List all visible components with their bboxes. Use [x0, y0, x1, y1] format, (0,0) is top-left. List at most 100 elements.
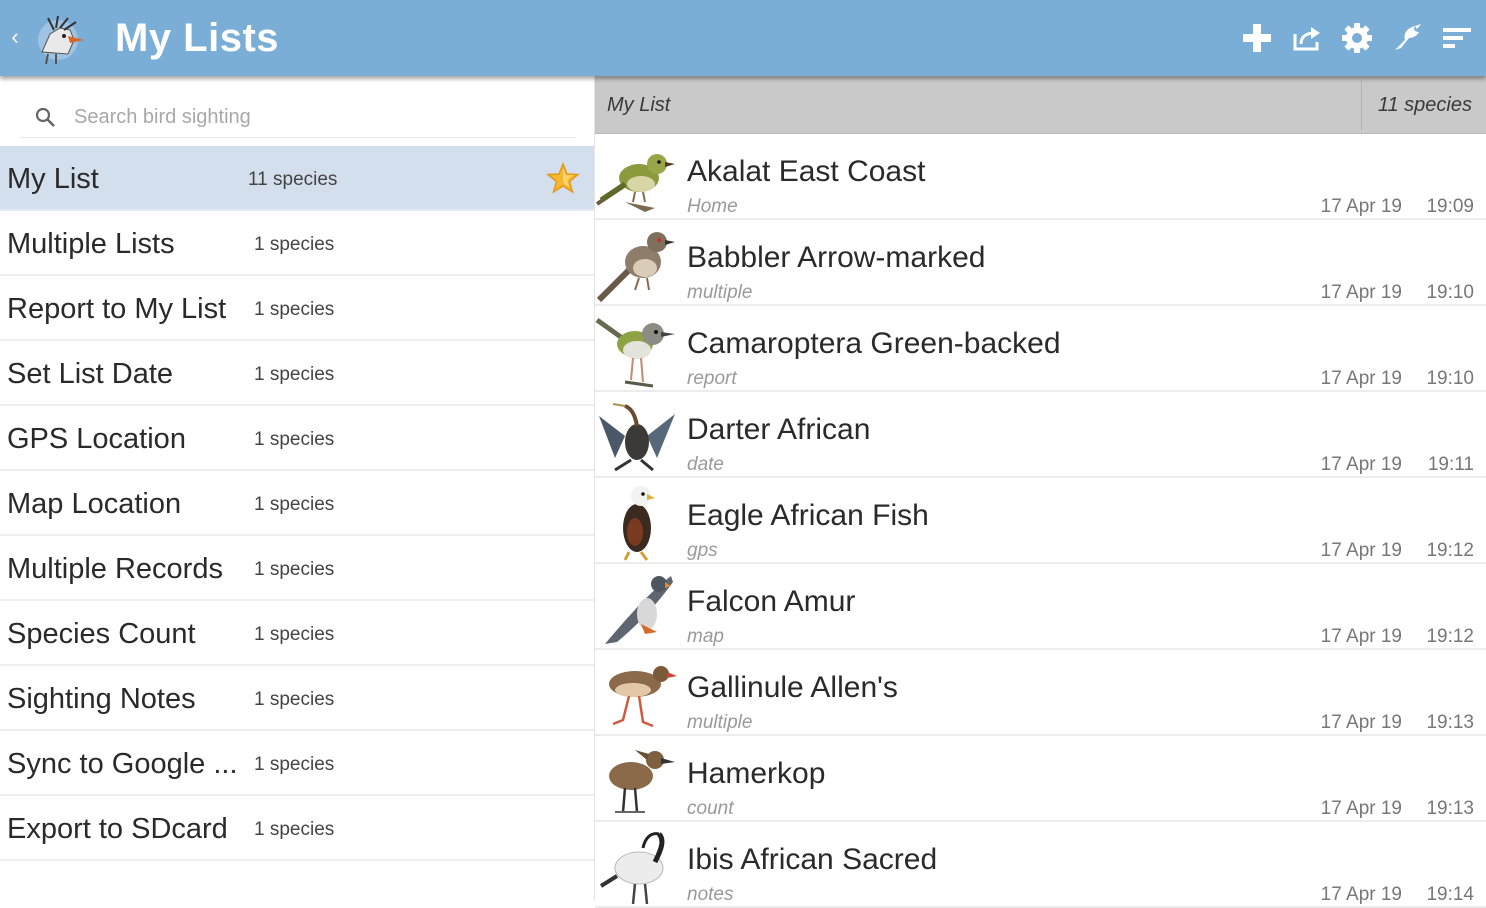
- list-header: My List 11 species: [595, 76, 1486, 134]
- sighting-name: Babbler Arrow-marked: [687, 241, 986, 274]
- list-header-title: My List: [607, 94, 671, 116]
- list-item-gps-location[interactable]: GPS Location 1 species: [0, 406, 595, 471]
- list-item-export-to-sdcard[interactable]: Export to SDcard 1 species: [0, 796, 595, 861]
- sightings-pane: My List 11 species Akalat East Coast Hom…: [595, 76, 1486, 908]
- sighting-row[interactable]: Camaroptera Green-backed report 17 Apr 1…: [595, 306, 1486, 392]
- sightings-list: Akalat East Coast Home 17 Apr 19 19:09 B…: [595, 134, 1486, 908]
- sighting-row[interactable]: Akalat East Coast Home 17 Apr 19 19:09: [595, 134, 1486, 220]
- list-item-multiple-records[interactable]: Multiple Records 1 species: [0, 536, 595, 601]
- list-item-count: 1 species: [254, 689, 335, 710]
- sighting-date: 17 Apr 19: [1320, 712, 1402, 733]
- header-divider: [1361, 80, 1362, 130]
- list-item-name: Sighting Notes: [7, 683, 196, 715]
- sighting-date: 17 Apr 19: [1320, 368, 1402, 389]
- sighting-date: 17 Apr 19: [1320, 626, 1402, 647]
- list-item-set-list-date[interactable]: Set List Date 1 species: [0, 341, 595, 406]
- babbler-bird-image: [596, 232, 675, 303]
- search-bar: [20, 94, 576, 138]
- sighting-time: 19:13: [1426, 712, 1474, 733]
- list-item-count: 1 species: [254, 494, 335, 515]
- sighting-time: 19:14: [1426, 884, 1474, 905]
- add-icon: [1243, 24, 1271, 52]
- list-item-name: GPS Location: [7, 423, 186, 455]
- akalat-bird-image: [595, 154, 675, 212]
- chevron-left-icon[interactable]: ‹: [6, 22, 24, 52]
- list-item-report-to-my-list[interactable]: Report to My List 1 species: [0, 276, 595, 341]
- list-item-name: Sync to Google ...: [7, 748, 238, 780]
- sighting-note: count: [687, 798, 734, 819]
- sighting-date: 17 Apr 19: [1320, 196, 1402, 217]
- star-icon[interactable]: [546, 162, 580, 194]
- sighting-time: 19:10: [1426, 282, 1474, 303]
- hamerkop-bird-image: [609, 750, 675, 813]
- sighting-note: multiple: [687, 712, 753, 733]
- add-button[interactable]: [1238, 18, 1276, 58]
- list-item-name: Report to My List: [7, 293, 227, 325]
- list-item-sync-to-google[interactable]: Sync to Google ... 1 species: [0, 731, 595, 796]
- list-item-map-location[interactable]: Map Location 1 species: [0, 471, 595, 536]
- sighting-time: 19:12: [1426, 626, 1474, 647]
- hornbill-logo-icon[interactable]: [30, 10, 86, 66]
- list-item-species-count[interactable]: Species Count 1 species: [0, 601, 595, 666]
- sighting-time: 19:09: [1426, 196, 1474, 217]
- darter-bird-image: [599, 403, 675, 472]
- lists-pane: My List 11 species Multiple Lists 1 spec…: [0, 76, 595, 900]
- search-icon: [35, 107, 55, 127]
- sighting-name: Hamerkop: [687, 757, 826, 790]
- sighting-row[interactable]: Eagle African Fish gps 17 Apr 19 19:12: [595, 478, 1486, 564]
- sighting-row[interactable]: Gallinule Allen's multiple 17 Apr 19 19:…: [595, 650, 1486, 736]
- search-input[interactable]: [74, 100, 554, 134]
- list-item-count: 1 species: [254, 429, 335, 450]
- sort-button[interactable]: [1438, 18, 1476, 58]
- sighting-note: report: [687, 368, 737, 389]
- list-item-sighting-notes[interactable]: Sighting Notes 1 species: [0, 666, 595, 731]
- list-item-count: 1 species: [254, 234, 335, 255]
- list-item-name: Export to SDcard: [7, 813, 228, 845]
- sighting-note: map: [687, 626, 724, 647]
- settings-button[interactable]: [1338, 18, 1376, 58]
- list-item-name: Map Location: [7, 488, 182, 520]
- sighting-name: Camaroptera Green-backed: [687, 327, 1061, 360]
- toolbar-actions: [1238, 18, 1476, 58]
- sighting-row[interactable]: Ibis African Sacred notes 17 Apr 19 19:1…: [595, 822, 1486, 908]
- list-item-name: Set List Date: [7, 358, 174, 390]
- sighting-time: 19:13: [1426, 798, 1474, 819]
- list-item-my-list[interactable]: My List 11 species: [0, 146, 595, 211]
- list-item-count: 1 species: [254, 559, 335, 580]
- sighting-row[interactable]: Darter African date 17 Apr 19 19:11: [595, 392, 1486, 478]
- sighting-row[interactable]: Babbler Arrow-marked multiple 17 Apr 19 …: [595, 220, 1486, 306]
- sighting-name: Ibis African Sacred: [687, 843, 938, 876]
- sighting-name: Eagle African Fish: [687, 499, 929, 532]
- list-item-count: 1 species: [254, 819, 335, 840]
- list-item-name: My List: [7, 163, 99, 195]
- sighting-date: 17 Apr 19: [1320, 798, 1402, 819]
- bird-icon: [1395, 24, 1421, 50]
- bird-button[interactable]: [1388, 18, 1426, 58]
- list-item-count: 1 species: [254, 624, 335, 645]
- list-item-multiple-lists[interactable]: Multiple Lists 1 species: [0, 211, 595, 276]
- sighting-note: notes: [687, 884, 734, 905]
- sighting-time: 19:12: [1426, 540, 1474, 561]
- sighting-row[interactable]: Falcon Amur map 17 Apr 19 19:12: [595, 564, 1486, 650]
- sighting-name: Gallinule Allen's: [687, 671, 898, 704]
- list-item-count: 11 species: [248, 169, 338, 190]
- list-item-count: 1 species: [254, 299, 335, 320]
- falcon-bird-image: [605, 576, 673, 644]
- settings-icon: [1342, 23, 1372, 53]
- list-item-name: Multiple Lists: [7, 228, 175, 260]
- sighting-note: date: [687, 454, 724, 475]
- sighting-date: 17 Apr 19: [1320, 540, 1402, 561]
- share-button[interactable]: [1288, 18, 1326, 58]
- ibis-bird-image: [599, 832, 665, 905]
- sighting-note: gps: [687, 540, 718, 561]
- gallinule-bird-image: [609, 666, 677, 728]
- list-item-count: 1 species: [254, 364, 335, 385]
- share-icon: [1293, 27, 1320, 51]
- sighting-name: Falcon Amur: [687, 585, 856, 618]
- sighting-row[interactable]: Hamerkop count 17 Apr 19 19:13: [595, 736, 1486, 822]
- list-item-name: Species Count: [7, 618, 196, 650]
- sighting-date: 17 Apr 19: [1320, 884, 1402, 905]
- sighting-time: 19:11: [1427, 454, 1474, 475]
- sighting-note: multiple: [687, 282, 753, 303]
- camaroptera-bird-image: [595, 317, 675, 388]
